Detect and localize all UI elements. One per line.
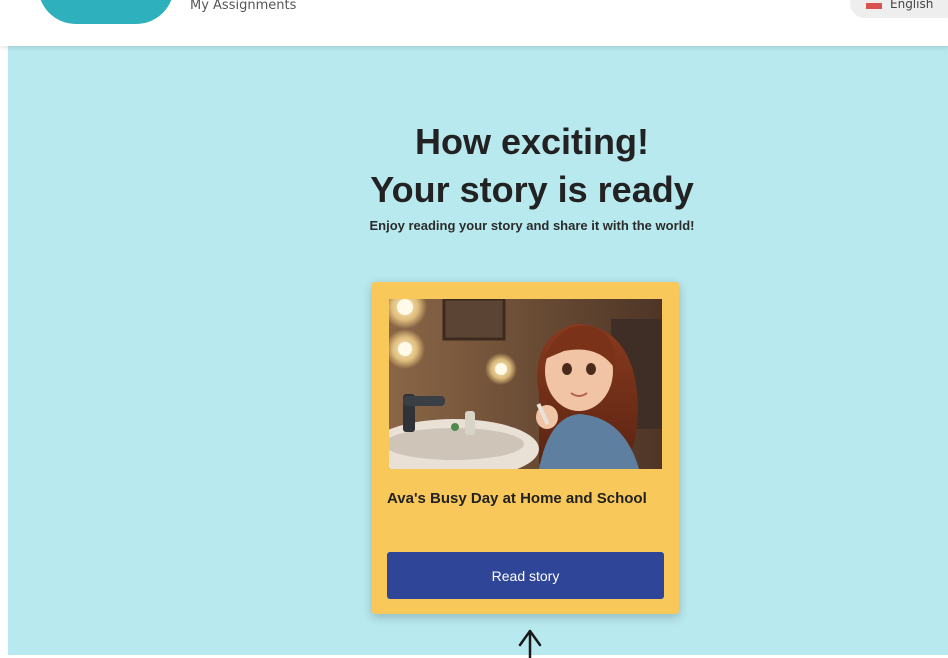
language-label: English [890,0,934,11]
story-cover-image [389,299,662,469]
logo[interactable] [38,0,174,24]
flag-icon [866,3,882,9]
story-card: Ava's Busy Day at Home and School Read s… [372,282,679,614]
heading-line-2: Your story is ready [370,169,694,210]
page-subtitle: Enjoy reading your story and share it wi… [369,218,695,233]
heading-line-1: How exciting! [414,121,650,162]
up-arrow-icon [518,629,542,658]
main-content: How exciting! Your story is ready Enjoy … [8,46,948,658]
read-story-button[interactable]: Read story [387,552,664,599]
page-heading: How exciting! Your story is ready [8,118,948,214]
nav-link-my-assignments[interactable]: My Assignments [190,0,296,13]
story-title: Ava's Busy Day at Home and School [387,490,647,507]
language-selector[interactable]: English [850,0,948,18]
top-nav-bar: My Assignments English [0,0,948,46]
